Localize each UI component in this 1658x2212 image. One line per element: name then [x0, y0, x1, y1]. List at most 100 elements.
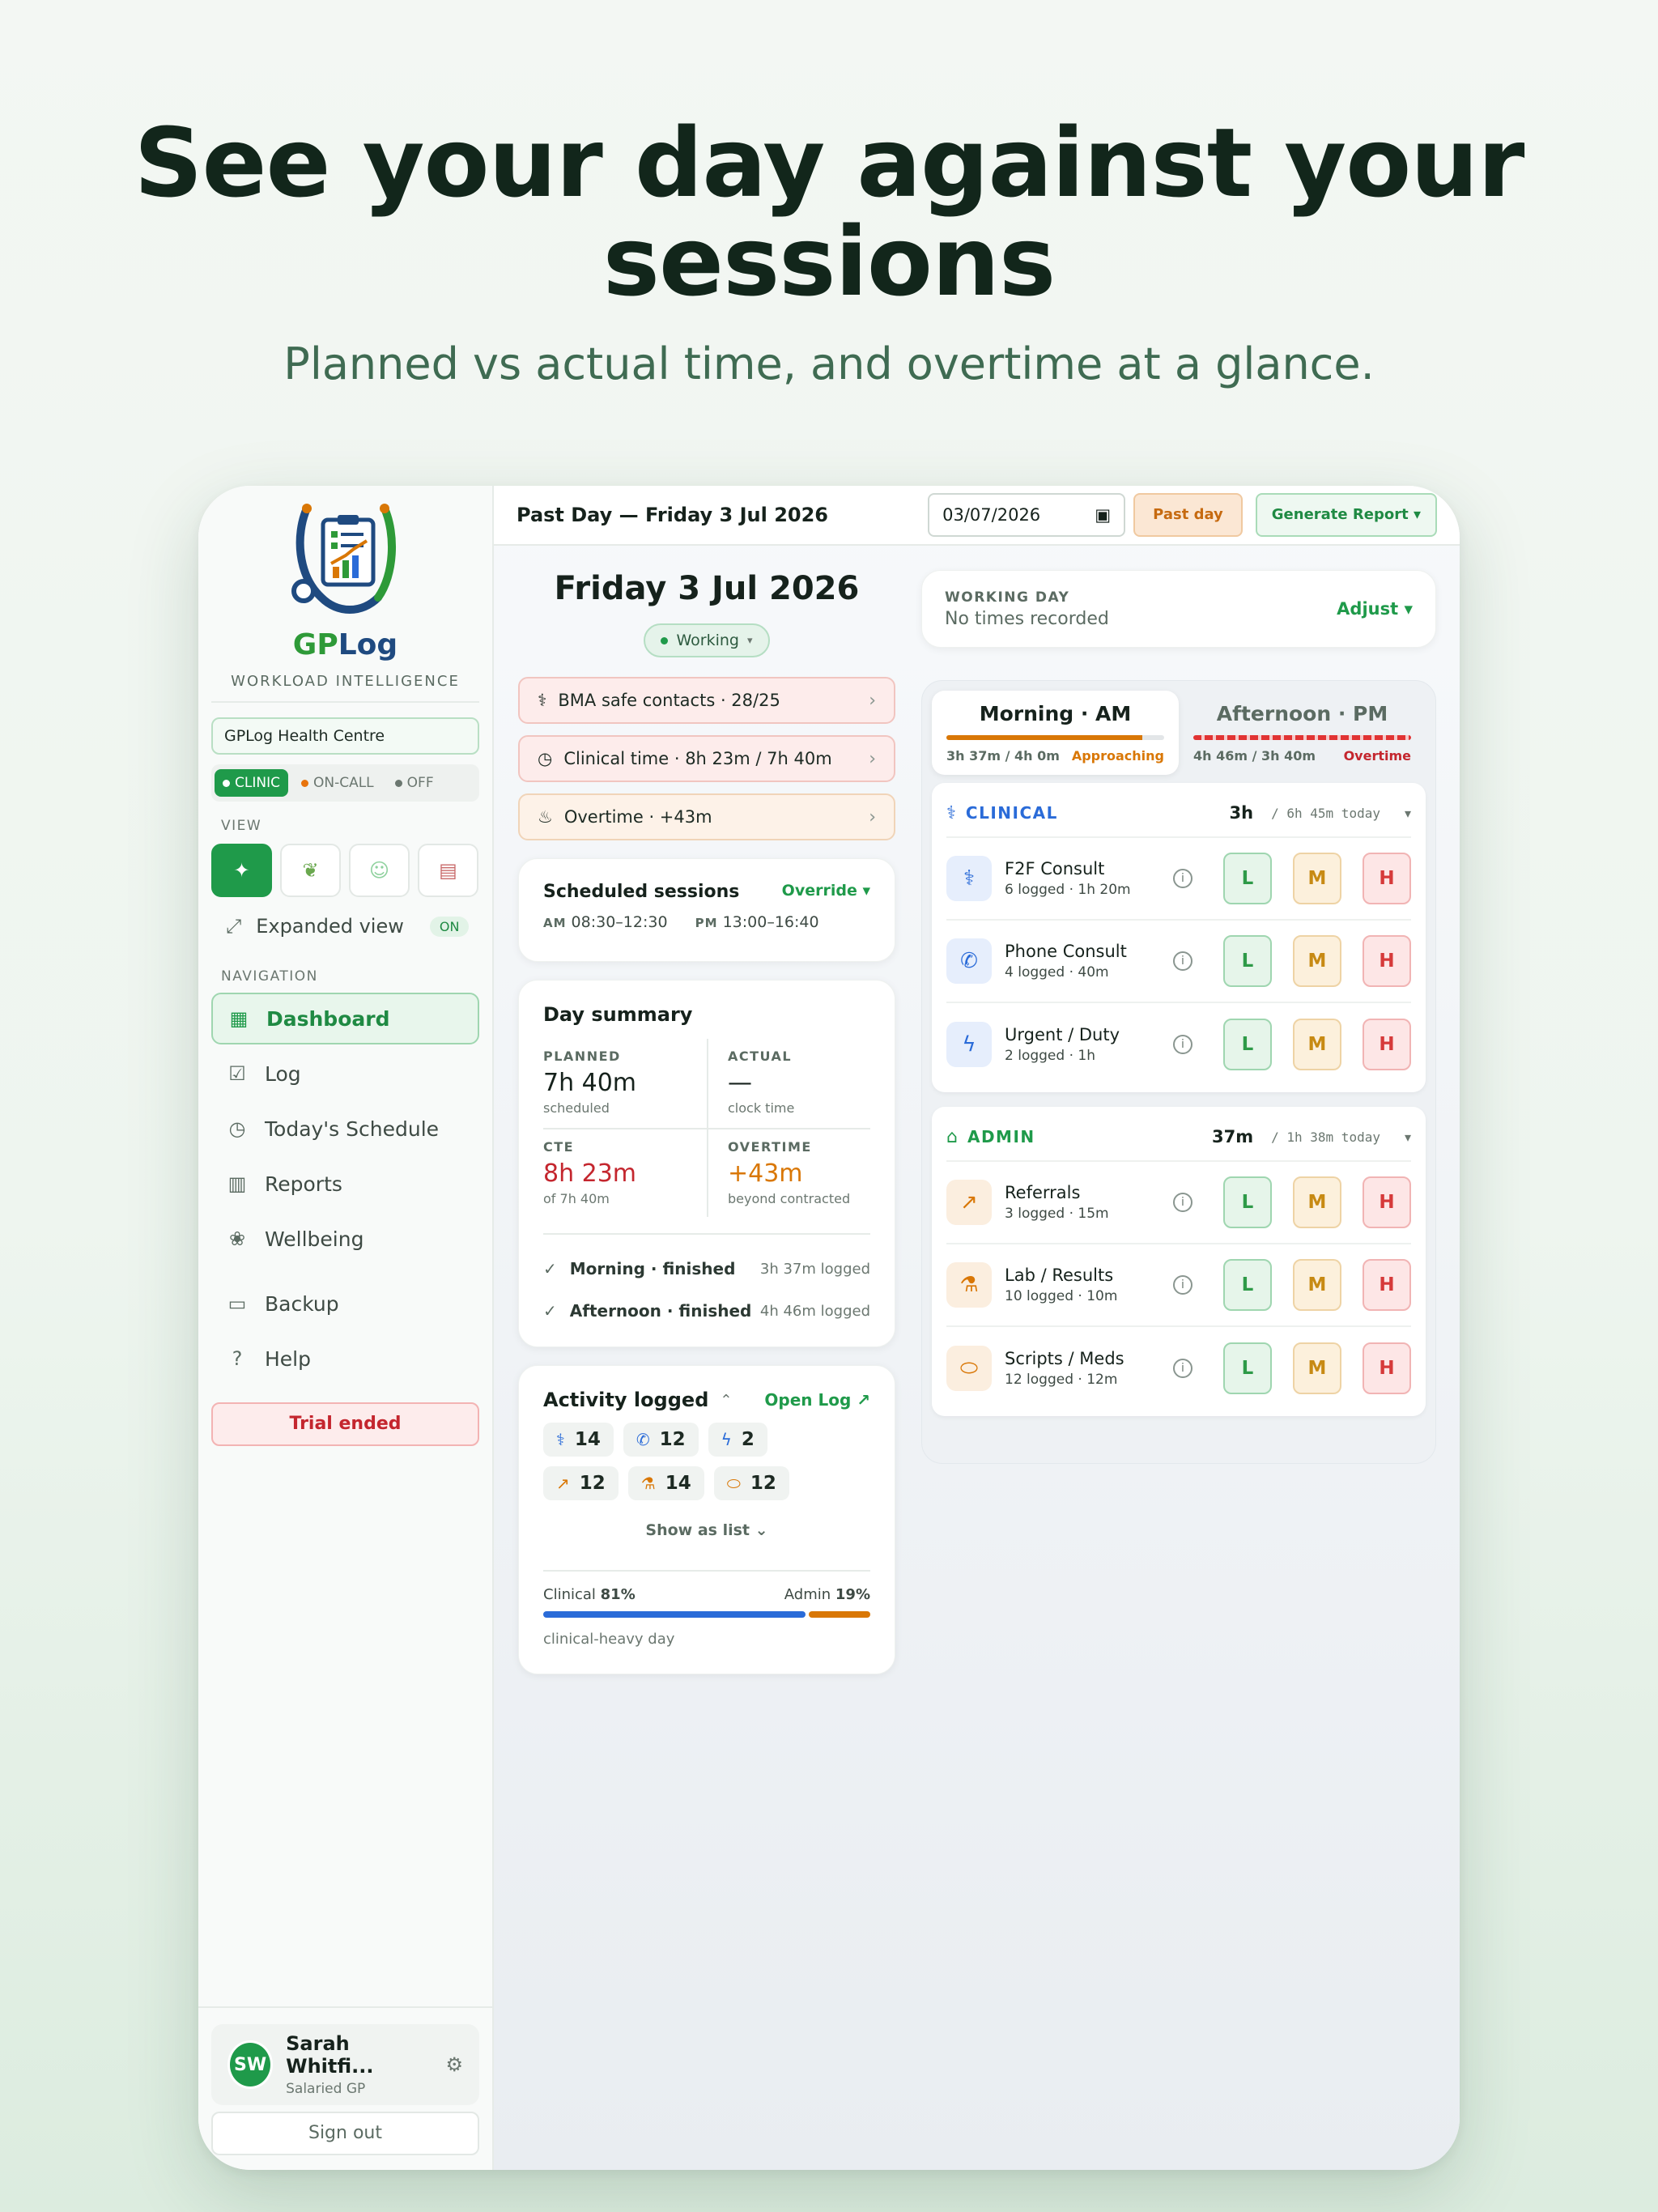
high-button[interactable]: H [1363, 853, 1411, 904]
clinical-category: ⚕ CLINICAL 3h / 6h 45m today ▾ ⚕ F2F Con… [932, 783, 1426, 1092]
nav-backup[interactable]: ▭ Backup [211, 1278, 479, 1329]
medium-button[interactable]: M [1293, 1176, 1341, 1228]
info-icon[interactable]: i [1173, 1035, 1192, 1054]
nav-log[interactable]: ☑ Log [211, 1048, 479, 1100]
activity-f2f-consult: ⚕ F2F Consult 6 logged · 1h 20m i L M H [946, 838, 1411, 921]
low-button[interactable]: L [1223, 1176, 1272, 1228]
medium-button[interactable]: M [1293, 1342, 1341, 1394]
afternoon-progress-bar [1193, 735, 1411, 740]
actual-stat: ACTUAL — clock time [707, 1039, 870, 1128]
mode-on-call[interactable]: ON-CALL [293, 769, 382, 797]
nav-wellbeing[interactable]: ❀ Wellbeing [211, 1213, 479, 1265]
scripts-count-chip[interactable]: ⬭ 12 [713, 1466, 789, 1500]
medium-button[interactable]: M [1293, 935, 1341, 987]
tab-afternoon-pm[interactable]: Afternoon · PM 4h 46m / 3h 40m Overtime [1179, 691, 1426, 775]
medium-button[interactable]: M [1293, 1259, 1341, 1311]
folder-icon: ▭ [227, 1292, 247, 1315]
nav-help[interactable]: ? Help [211, 1333, 479, 1385]
urgent-count-chip[interactable]: ϟ2 [708, 1423, 767, 1457]
planned-stat: PLANNED 7h 40m scheduled [543, 1049, 637, 1116]
info-icon[interactable]: i [1173, 951, 1192, 971]
referrals-count-chip[interactable]: ↗ 12 [543, 1466, 619, 1500]
nav-dashboard[interactable]: ▦ Dashboard [211, 993, 479, 1044]
activity-phone-consult: ✆ Phone Consult 4 logged · 40m i L M H [946, 921, 1411, 1003]
mode-off[interactable]: OFF [387, 769, 442, 797]
status-dropdown[interactable]: Working ▾ [644, 623, 770, 657]
view-buttons: ✦ ❦ ☺ ▤ [211, 844, 479, 897]
overtime-stat: OVERTIME +43m beyond contracted [707, 1128, 870, 1217]
high-button[interactable]: H [1363, 1259, 1411, 1311]
working-day-label: WORKING DAY [945, 589, 1070, 606]
main-content: Past Day — Friday 3 Jul 2026 03/07/2026 … [494, 486, 1460, 2170]
gear-icon[interactable]: ⚙ [445, 2053, 463, 2076]
session-tabs: Morning · AM 3h 37m / 4h 0m Approaching A… [932, 691, 1426, 775]
document-icon: ▤ [439, 859, 457, 882]
override-button[interactable]: Override ▾ [782, 882, 870, 902]
mode-clinic[interactable]: CLINIC [215, 769, 288, 797]
leaf-view-button[interactable]: ❦ [280, 844, 341, 897]
activity-scripts-meds: ⬭ Scripts / Meds 12 logged · 12m i L M H [946, 1327, 1411, 1410]
flask-icon: ⚗ [946, 1262, 992, 1308]
practice-selector[interactable]: GPLog Health Centre [211, 717, 479, 755]
low-button[interactable]: L [1223, 935, 1272, 987]
morning-progress-bar [946, 735, 1164, 740]
grid-icon: ▦ [229, 1007, 249, 1030]
user-card[interactable]: SW Sarah Whitfi... Salaried GP ⚙ [211, 2024, 479, 2105]
activity-count-chips: ⚕ 14 ✆ 12 ϟ2 ↗ 12 ⚗ 14 ⬭ 12 [543, 1423, 835, 1500]
generate-report-button[interactable]: Generate Report ▾ [1255, 493, 1437, 537]
high-button[interactable]: H [1363, 1176, 1411, 1228]
f2f-count-chip[interactable]: ⚕ 14 [543, 1423, 614, 1457]
document-view-button[interactable]: ▤ [418, 844, 478, 897]
high-button[interactable]: H [1363, 935, 1411, 987]
low-button[interactable]: L [1223, 1259, 1272, 1311]
info-icon[interactable]: i [1173, 1359, 1192, 1378]
activity-referrals: ↗ Referrals 3 logged · 15m i L M H [946, 1162, 1411, 1244]
info-icon[interactable]: i [1173, 869, 1192, 888]
lightning-icon: ϟ [946, 1022, 992, 1067]
sign-out-button[interactable]: Sign out [211, 2112, 479, 2155]
left-column: Friday 3 Jul 2026 Working ▾ ⚕ BMA safe con… [518, 546, 895, 1674]
chevron-up-icon[interactable]: ⌃ [720, 1392, 732, 1409]
admin-header[interactable]: ⌂ ADMIN 37m / 1h 38m today ▾ [946, 1113, 1411, 1162]
day-title: Friday 3 Jul 2026 [554, 570, 860, 607]
past-day-button[interactable]: Past day [1133, 493, 1243, 537]
date-input[interactable]: 03/07/2026 ▣ [928, 493, 1126, 537]
trial-ended-banner[interactable]: Trial ended [211, 1402, 479, 1446]
top-bar: Past Day — Friday 3 Jul 2026 03/07/2026 … [494, 486, 1460, 546]
clinical-time-alert[interactable]: ◷ Clinical time · 8h 23m / 7h 40m › [518, 735, 895, 782]
admin-bar [809, 1611, 870, 1618]
overtime-alert[interactable]: ♨ Overtime · +43m › [518, 793, 895, 840]
open-log-link[interactable]: Open Log ↗ [764, 1390, 870, 1410]
page-title: Past Day — Friday 3 Jul 2026 [517, 504, 828, 526]
info-icon[interactable]: i [1173, 1193, 1192, 1212]
smile-view-button[interactable]: ☺ [349, 844, 410, 897]
clinical-header[interactable]: ⚕ CLINICAL 3h / 6h 45m today ▾ [946, 789, 1411, 838]
low-button[interactable]: L [1223, 1342, 1272, 1394]
adjust-button[interactable]: Adjust ▾ [1337, 599, 1413, 619]
nav-list: ▦ Dashboard ☑ Log ◷ Today's Schedule ▥ Repor… [211, 993, 479, 1385]
high-button[interactable]: H [1363, 1342, 1411, 1394]
user-role: Salaried GP [286, 2081, 366, 2097]
show-as-list-button[interactable]: Show as list ⌄ [543, 1521, 870, 1539]
summary-grid: PLANNED 7h 40m scheduled ACTUAL — clock time… [543, 1039, 870, 1217]
sparkle-view-button[interactable]: ✦ [211, 844, 272, 897]
tag-icon: ⌂ [946, 1126, 958, 1147]
nav-todays-schedule[interactable]: ◷ Today's Schedule [211, 1103, 479, 1155]
nav-reports[interactable]: ▥ Reports [211, 1158, 479, 1210]
activity-logged-card: Activity logged ⌃ Open Log ↗ ⚕ 14 ✆ 12 ϟ2 … [518, 1365, 895, 1674]
medium-button[interactable]: M [1293, 853, 1341, 904]
phone-count-chip[interactable]: ✆ 12 [623, 1423, 699, 1457]
bma-safe-contacts-alert[interactable]: ⚕ BMA safe contacts · 28/25 › [518, 677, 895, 724]
admin-category: ⌂ ADMIN 37m / 1h 38m today ▾ ↗ Referrals… [932, 1107, 1426, 1416]
low-button[interactable]: L [1223, 1019, 1272, 1070]
expanded-view-toggle[interactable]: ⤢ Expanded view ON [226, 915, 479, 938]
tab-morning-am[interactable]: Morning · AM 3h 37m / 4h 0m Approaching [932, 691, 1179, 775]
low-button[interactable]: L [1223, 853, 1272, 904]
info-icon[interactable]: i [1173, 1275, 1192, 1295]
medium-button[interactable]: M [1293, 1019, 1341, 1070]
hero-title: See your day against your sessions [134, 107, 1525, 317]
session-activity-panel: Morning · AM 3h 37m / 4h 0m Approaching A… [921, 680, 1436, 1464]
high-button[interactable]: H [1363, 1019, 1411, 1070]
lab-count-chip[interactable]: ⚗ 14 [627, 1466, 704, 1500]
arrow-up-right-icon: ↗ [946, 1180, 992, 1225]
